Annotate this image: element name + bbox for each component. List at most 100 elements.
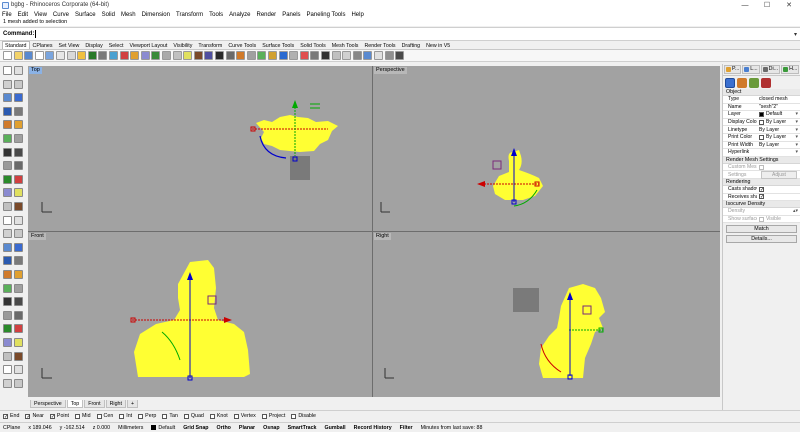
toolbar-tool-icon[interactable] xyxy=(204,51,214,60)
menu-view[interactable]: View xyxy=(34,12,47,18)
sidebar-tool-icon[interactable] xyxy=(3,351,12,361)
toolbar-tool-icon[interactable] xyxy=(395,51,405,60)
sidebar-tool-icon[interactable] xyxy=(3,188,12,198)
sidebar-tool-icon[interactable] xyxy=(14,215,23,225)
toolbar-tool-icon[interactable] xyxy=(215,51,224,60)
sidebar-tool-icon[interactable] xyxy=(14,229,23,239)
menu-render[interactable]: Render xyxy=(257,12,277,18)
checkbox-icon[interactable] xyxy=(119,413,125,419)
toggle-osnap[interactable]: Osnap xyxy=(263,425,279,431)
sidebar-tool-icon[interactable] xyxy=(14,324,23,334)
toggle-ortho[interactable]: Ortho xyxy=(217,425,231,431)
checkbox-checked-icon[interactable]: ✓ xyxy=(49,413,55,419)
sidebar-tool-icon[interactable] xyxy=(14,188,23,198)
toggle-smarttrack[interactable]: SmartTrack xyxy=(288,425,317,431)
sidebar-tool-icon[interactable] xyxy=(14,338,23,347)
toolbar-tool-icon[interactable] xyxy=(98,51,108,60)
status-units[interactable]: Millimeters xyxy=(118,425,143,431)
toggle-grid-snap[interactable]: Grid Snap xyxy=(183,425,208,431)
menu-analyze[interactable]: Analyze xyxy=(229,12,250,18)
sidebar-tool-icon[interactable] xyxy=(14,270,23,279)
toolbar-tool-icon[interactable] xyxy=(130,51,140,60)
menu-curve[interactable]: Curve xyxy=(53,12,69,18)
sidebar-tool-icon[interactable] xyxy=(14,365,23,375)
checkbox-icon[interactable] xyxy=(138,413,144,419)
toolbar-tool-icon[interactable] xyxy=(310,51,320,60)
tab-surface-tools[interactable]: Surface Tools xyxy=(259,41,297,49)
osnap-vertex[interactable]: Vertex xyxy=(233,413,256,419)
sidebar-tool-icon[interactable] xyxy=(3,378,12,388)
toolbar-tool-icon[interactable] xyxy=(109,51,118,60)
viewport-title-top[interactable]: Top xyxy=(29,67,42,74)
command-dropdown-icon[interactable]: ▾ xyxy=(794,31,797,38)
osnap-project[interactable]: Project xyxy=(261,413,285,419)
dropdown-icon[interactable]: ▾ xyxy=(795,127,798,133)
toolbar-tool-icon[interactable] xyxy=(342,51,352,60)
maximize-button[interactable]: ☐ xyxy=(756,0,778,10)
toolbar-tool-icon[interactable] xyxy=(236,51,246,60)
viewport-title-front[interactable]: Front xyxy=(29,233,46,240)
osnap-mid[interactable]: Mid xyxy=(75,413,91,419)
tab-mesh-tools[interactable]: Mesh Tools xyxy=(329,41,362,49)
tab-curve-tools[interactable]: Curve Tools xyxy=(225,41,259,49)
status-cplane[interactable]: CPlane xyxy=(3,425,20,431)
checkbox-icon[interactable] xyxy=(291,413,297,419)
tab-new-in-v5[interactable]: New in V5 xyxy=(423,41,453,49)
sidebar-tool-icon[interactable] xyxy=(3,161,12,171)
checkbox-icon[interactable] xyxy=(183,413,189,419)
toolbar-tool-icon[interactable] xyxy=(331,51,341,60)
checkbox-checked-icon[interactable]: ✓ xyxy=(25,413,31,419)
menu-solid[interactable]: Solid xyxy=(102,12,115,18)
toolbar-tool-icon[interactable] xyxy=(374,51,383,60)
toolbar-tool-icon[interactable] xyxy=(45,51,55,60)
checkbox-icon[interactable] xyxy=(75,413,80,419)
sidebar-tool-icon[interactable] xyxy=(3,202,12,211)
sidebar-tool-icon[interactable] xyxy=(3,93,12,103)
toolbar-tool-icon[interactable] xyxy=(183,51,193,60)
toolbar-tool-icon[interactable] xyxy=(352,51,362,60)
toolbar-tool-icon[interactable] xyxy=(56,51,65,60)
x-arrow-icon[interactable] xyxy=(224,317,232,323)
checkbox-icon[interactable] xyxy=(209,413,215,419)
y-arrow-icon[interactable] xyxy=(292,100,298,108)
toolbar-tool-icon[interactable] xyxy=(151,51,161,60)
x-arrow-icon[interactable] xyxy=(477,181,485,187)
osnap-quad[interactable]: Quad xyxy=(183,413,204,419)
viewport-top[interactable]: Top xyxy=(28,66,372,231)
osnap-perp[interactable]: Perp xyxy=(138,413,156,419)
prop-value[interactable]: closed mesh xyxy=(757,96,800,102)
osnap-cen[interactable]: Cen xyxy=(96,413,113,419)
toolbar-tool-icon[interactable] xyxy=(299,51,309,60)
material-page-icon[interactable] xyxy=(737,77,747,88)
decal-page-icon[interactable] xyxy=(761,77,771,88)
toolbar-tool-icon[interactable] xyxy=(289,51,299,60)
sidebar-tool-icon[interactable] xyxy=(3,283,12,293)
sidebar-tool-icon[interactable] xyxy=(14,378,23,388)
sidebar-tool-icon[interactable] xyxy=(14,106,23,116)
density-spinner-icon[interactable]: ▴▾ xyxy=(793,208,798,214)
toolbar-tool-icon[interactable] xyxy=(119,51,129,60)
sidebar-tool-icon[interactable] xyxy=(14,134,23,143)
panel-tab-help[interactable]: H... xyxy=(781,65,800,74)
tab-drafting[interactable]: Drafting xyxy=(399,41,424,49)
dropdown-icon[interactable]: ▾ xyxy=(795,149,798,155)
viewport-perspective[interactable]: Perspective xyxy=(373,66,720,231)
checkbox-icon[interactable] xyxy=(759,216,764,222)
menu-surface[interactable]: Surface xyxy=(75,12,96,18)
sidebar-tool-icon[interactable] xyxy=(3,242,12,252)
toolbar-tool-icon[interactable] xyxy=(3,51,12,60)
sidebar-tool-icon[interactable] xyxy=(3,174,12,184)
menu-tools[interactable]: Tools xyxy=(209,12,223,18)
sidebar-tool-icon[interactable] xyxy=(3,120,12,130)
tab-cplanes[interactable]: CPlanes xyxy=(30,41,56,49)
sidebar-tool-icon[interactable] xyxy=(3,338,12,347)
checkbox-icon[interactable] xyxy=(233,413,239,419)
minimize-button[interactable]: — xyxy=(734,0,756,10)
toolbar-tool-icon[interactable] xyxy=(140,51,150,60)
viewport-title-right[interactable]: Right xyxy=(374,233,391,240)
prop-value[interactable]: Default ▾ xyxy=(757,111,800,117)
tab-visibility[interactable]: Visibility xyxy=(170,41,195,49)
dropdown-icon[interactable]: ▾ xyxy=(795,142,798,148)
sidebar-tool-icon[interactable] xyxy=(14,66,23,75)
sidebar-tool-icon[interactable] xyxy=(3,256,12,266)
